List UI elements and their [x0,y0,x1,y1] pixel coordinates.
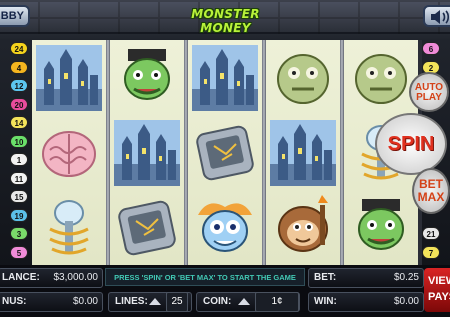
reel-3 [188,40,262,265]
bet-max-button[interactable]: BET MAX [412,168,450,214]
win-label: WIN: [314,296,337,307]
tablet-symbol [188,115,262,190]
view-pays-button[interactable]: VIEW PAYS [424,268,450,312]
bonus-field: NUS: $0.00 [0,292,103,312]
zombie-symbol [266,40,340,115]
balance-label: LANCE: [2,272,40,283]
payline-indicator[interactable]: 3 [10,227,28,240]
spin-button[interactable]: SPIN [375,113,447,175]
speaker-icon [431,10,450,24]
frankenstein-symbol [344,190,418,265]
payline-indicator[interactable]: 4 [10,60,28,74]
balance-field: LANCE: $3,000.00 [0,268,103,288]
reel-2 [110,40,184,265]
payline-indicator[interactable]: 5 [10,245,28,259]
bet-label: BET: [314,272,337,283]
payline-indicator[interactable]: 21 [422,227,440,240]
bet-field: BET: $0.25 [308,268,424,288]
bonus-value: $0.00 [72,296,98,307]
payline-indicator[interactable]: 6 [422,42,440,55]
reel-1 [32,40,106,265]
status-message: PRESS 'SPIN' OR 'BET MAX' TO START THE G… [105,268,305,286]
payline-indicator[interactable]: 15 [10,190,28,203]
payline-indicator[interactable]: 11 [10,171,28,185]
win-field: WIN: $0.00 [308,292,424,312]
lines-label: LINES: [115,296,148,307]
lines-value: 25 [166,292,188,312]
auto-play-button[interactable]: AUTO PLAY [409,72,449,112]
coin-up-arrow-icon[interactable] [238,298,250,305]
payline-indicator[interactable]: 10 [10,134,28,148]
balance-value: $3,000.00 [53,272,99,283]
game-frame: BBY MONSTER MONEY 24 4 12 20 14 10 1 11 15 19 3 5 6… [0,0,450,317]
lobby-button[interactable]: BBY [0,5,30,27]
sound-button[interactable] [423,5,450,27]
castle-symbol [32,40,106,115]
reel-4 [266,40,340,265]
mad-scientist-symbol [188,190,262,265]
brain-symbol [32,115,106,190]
lines-up-arrow-icon[interactable] [149,298,161,305]
payline-indicator[interactable]: 24 [10,42,28,55]
slime-pillar-symbol [32,190,106,265]
castle-symbol [266,115,340,190]
game-title: MONSTER MONEY [191,7,260,35]
castle-symbol [110,115,184,190]
castle-symbol [188,40,262,115]
payline-indicator[interactable]: 1 [10,153,28,166]
payline-indicator[interactable]: 14 [10,116,28,129]
monkey-symbol [266,190,340,265]
bonus-label: NUS: [2,296,27,307]
bet-value: $0.25 [393,272,419,283]
payline-indicator[interactable]: 12 [10,79,28,92]
payline-indicator[interactable]: 19 [10,208,28,222]
frankenstein-symbol [110,40,184,115]
left-payline-indicators: 24 4 12 20 14 10 1 11 15 19 3 5 [8,42,30,262]
coin-value: 1¢ [255,292,299,312]
tablet-symbol [110,190,184,265]
reel-grid [32,40,422,265]
payline-indicator[interactable]: 20 [10,97,28,111]
payline-indicator[interactable]: 7 [422,245,440,259]
win-value: $0.00 [393,296,419,307]
zombie-symbol [344,40,418,115]
coin-label: COIN: [203,296,232,307]
